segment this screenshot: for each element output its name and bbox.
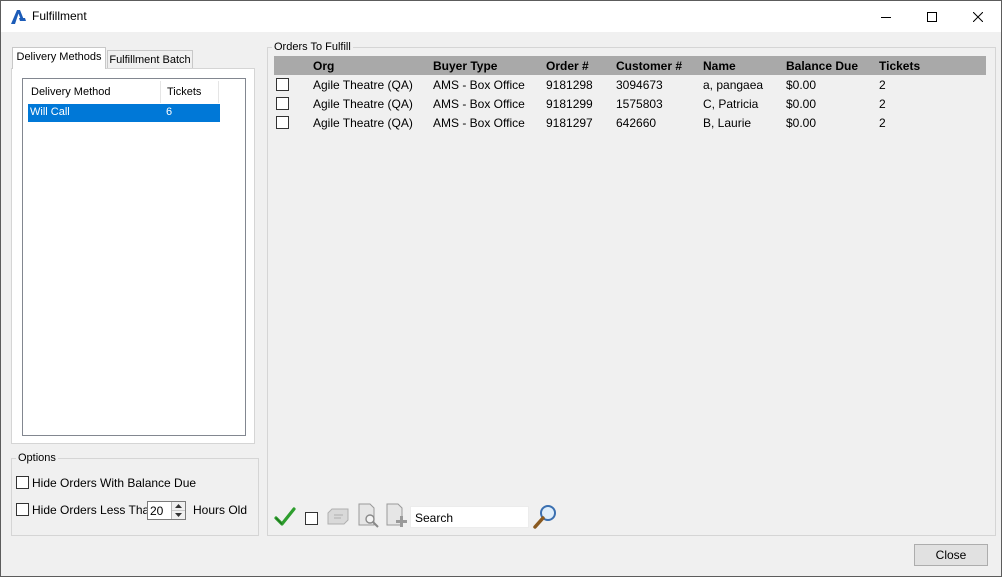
org-cell: Agile Theatre (QA) [313, 97, 413, 111]
order-number-cell: 9181299 [546, 97, 593, 111]
table-row[interactable]: Agile Theatre (QA) AMS - Box Office 9181… [274, 115, 986, 134]
orders-grid-header: Org Buyer Type Order # Customer # Name B… [274, 56, 986, 75]
hours-stepper[interactable]: 20 [147, 501, 186, 520]
tab-fulfillment-batch[interactable]: Fulfillment Batch [107, 50, 193, 68]
options-group [11, 458, 259, 536]
table-row[interactable]: Agile Theatre (QA) AMS - Box Office 9181… [274, 77, 986, 96]
customer-number-cell: 642660 [616, 116, 657, 130]
document-search-icon[interactable] [357, 503, 380, 529]
hours-value[interactable]: 20 [150, 504, 163, 518]
orders-group-label: Orders To Fulfill [272, 41, 353, 53]
tab-delivery-methods[interactable]: Delivery Methods [12, 47, 106, 69]
tickets-cell: 2 [879, 116, 886, 130]
fulfillment-window: Fulfillment Delivery Methods Fulfillment… [0, 0, 1002, 577]
buyer-type-cell: AMS - Box Office [433, 97, 525, 111]
order-number-cell: 9181297 [546, 116, 593, 130]
green-checkmark-icon[interactable] [274, 506, 296, 528]
balance-due-cell: $0.00 [786, 97, 817, 111]
title-bar: Fulfillment [1, 1, 1001, 32]
stepper-down-button[interactable] [172, 511, 185, 519]
close-button[interactable]: Close [914, 544, 988, 566]
column-header-buyer-type[interactable]: Buyer Type [433, 59, 497, 73]
balance-due-cell: $0.00 [786, 116, 817, 130]
column-header-tickets[interactable]: Tickets [879, 59, 920, 73]
hide-balance-due-checkbox[interactable] [16, 476, 29, 489]
buyer-type-cell: AMS - Box Office [433, 116, 525, 130]
name-cell: B, Laurie [703, 116, 752, 130]
window-title: Fulfillment [32, 9, 87, 23]
tickets-cell: 2 [879, 78, 886, 92]
name-cell: C, Patricia [703, 97, 759, 111]
hide-less-than-label: Hide Orders Less Than [32, 503, 156, 517]
org-cell: Agile Theatre (QA) [313, 78, 413, 92]
column-header-order-number[interactable]: Order # [546, 59, 589, 73]
select-all-checkbox[interactable] [305, 512, 318, 525]
column-header-delivery-method[interactable]: Delivery Method [25, 81, 161, 103]
close-window-button[interactable] [955, 1, 1001, 32]
column-header-customer-number[interactable]: Customer # [616, 59, 682, 73]
document-add-icon[interactable] [385, 503, 409, 529]
table-row[interactable]: Agile Theatre (QA) AMS - Box Office 9181… [274, 96, 986, 115]
maximize-button[interactable] [909, 1, 955, 32]
search-box[interactable] [410, 506, 529, 528]
order-number-cell: 9181298 [546, 78, 593, 92]
row-select-checkbox[interactable] [276, 78, 289, 91]
magnifier-icon[interactable] [532, 503, 559, 530]
search-input[interactable] [413, 508, 527, 528]
column-header-name[interactable]: Name [703, 59, 736, 73]
name-cell: a, pangaea [703, 78, 764, 92]
tickets-cell: 6 [166, 106, 173, 118]
stepper-up-button[interactable] [172, 502, 185, 511]
column-header-org[interactable]: Org [313, 59, 334, 73]
chevron-down-icon [175, 513, 182, 517]
minimize-button[interactable] [863, 1, 909, 32]
delivery-method-cell: Will Call [30, 106, 70, 118]
column-header-tickets[interactable]: Tickets [161, 81, 219, 103]
customer-number-cell: 1575803 [616, 97, 663, 111]
ticket-icon[interactable] [326, 507, 350, 527]
hide-balance-due-label: Hide Orders With Balance Due [32, 476, 197, 490]
hide-less-than-checkbox[interactable] [16, 503, 29, 516]
buyer-type-cell: AMS - Box Office [433, 78, 525, 92]
minimize-icon [881, 16, 891, 18]
options-group-label: Options [16, 452, 58, 464]
chevron-up-icon [175, 504, 182, 508]
column-header-balance-due[interactable]: Balance Due [786, 59, 858, 73]
delivery-method-list[interactable]: Delivery Method Tickets Will Call 6 [22, 78, 246, 436]
balance-due-cell: $0.00 [786, 78, 817, 92]
list-item[interactable]: Will Call 6 [28, 104, 220, 122]
row-select-checkbox[interactable] [276, 116, 289, 129]
customer-number-cell: 3094673 [616, 78, 663, 92]
tickets-cell: 2 [879, 97, 886, 111]
row-select-checkbox[interactable] [276, 97, 289, 110]
app-logo-icon [11, 10, 26, 24]
close-icon [973, 11, 983, 22]
maximize-icon [927, 11, 937, 22]
hours-suffix-label: Hours Old [193, 503, 248, 517]
org-cell: Agile Theatre (QA) [313, 116, 413, 130]
stepper-buttons [171, 502, 185, 519]
